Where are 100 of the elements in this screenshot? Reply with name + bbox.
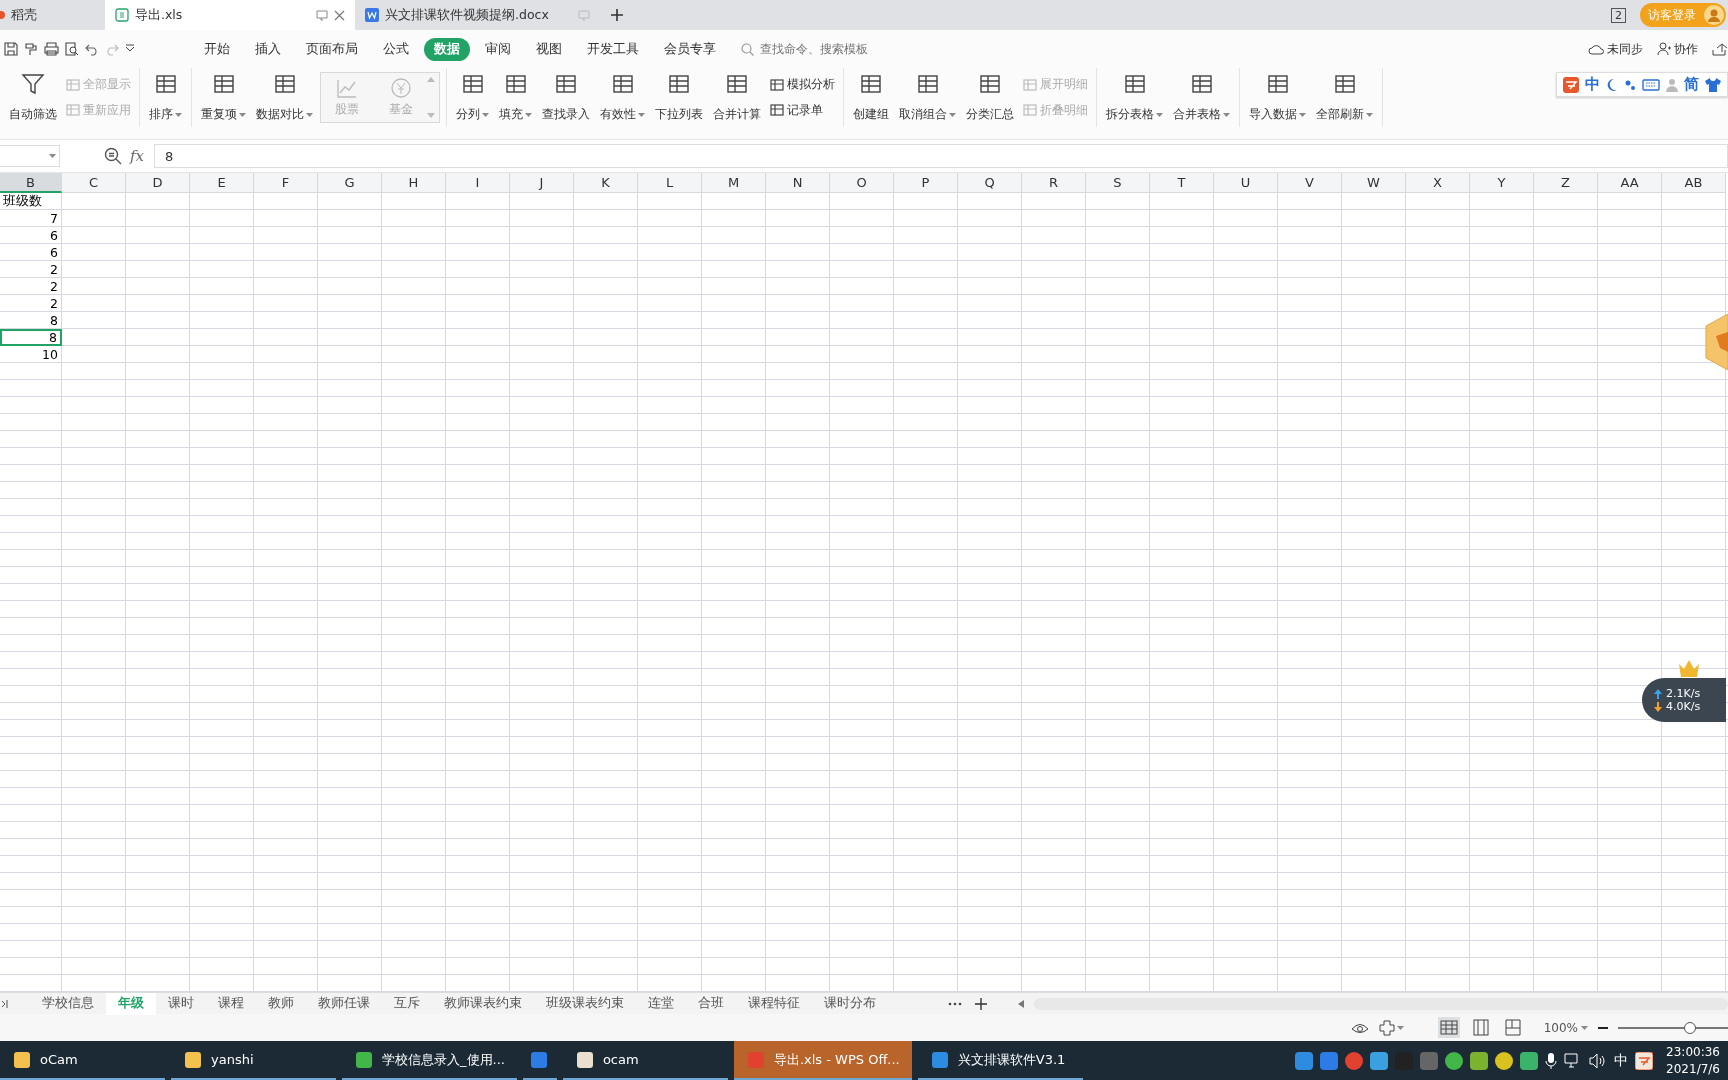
sheet-tab[interactable]: 合班 <box>686 992 736 1015</box>
last-sheet-icon[interactable] <box>0 998 10 1009</box>
column-header[interactable]: AA <box>1598 173 1662 193</box>
search-field[interactable]: 查找命令、搜索模板 <box>741 41 912 57</box>
clock-date[interactable]: 2021/7/6 <box>1666 1061 1720 1078</box>
column-header[interactable]: C <box>62 173 126 193</box>
table-cell[interactable]: 6 <box>0 227 62 244</box>
column-header[interactable]: D <box>126 173 190 193</box>
zoom-icon[interactable] <box>104 147 122 165</box>
menu-tab[interactable]: 会员专享 <box>654 37 726 61</box>
tray-icon[interactable] <box>1345 1052 1364 1070</box>
table-cell[interactable]: 2 <box>0 295 62 312</box>
save-icon[interactable] <box>4 42 18 56</box>
formula-input[interactable]: 8 <box>154 144 1728 168</box>
ribbon-button[interactable]: 填充 <box>496 68 535 127</box>
more-icon[interactable] <box>948 1001 962 1006</box>
menu-tab[interactable]: 页面布局 <box>296 37 368 61</box>
volume-icon[interactable] <box>1589 1053 1608 1069</box>
table-cell[interactable]: 2 <box>0 278 62 295</box>
microphone-icon[interactable] <box>1545 1052 1558 1070</box>
print-preview-icon[interactable] <box>65 42 79 56</box>
column-header[interactable]: AB <box>1662 173 1726 193</box>
table-cell[interactable]: 8 <box>0 312 62 329</box>
menu-tab[interactable]: 审阅 <box>475 37 521 61</box>
menu-tab[interactable]: 公式 <box>373 37 419 61</box>
column-header[interactable]: Y <box>1470 173 1534 193</box>
sheet-tab[interactable]: 课程 <box>206 992 256 1015</box>
tray-icon[interactable] <box>1370 1052 1389 1070</box>
ribbon-button[interactable]: 数据对比 <box>253 68 316 127</box>
column-header[interactable]: V <box>1278 173 1342 193</box>
layout-dropdown[interactable] <box>1378 1019 1404 1036</box>
menu-tab[interactable]: 视图 <box>526 37 572 61</box>
sheet-tab[interactable]: 教师任课 <box>306 992 382 1015</box>
column-header[interactable]: P <box>894 173 958 193</box>
ribbon-button[interactable]: 重复项 <box>198 68 249 127</box>
sheet-tab[interactable]: 互斥 <box>382 992 432 1015</box>
column-header[interactable]: E <box>190 173 254 193</box>
taskbar-app[interactable]: 兴文排课软件V3.1 <box>917 1041 1083 1080</box>
column-header[interactable]: K <box>574 173 638 193</box>
taskbar-app[interactable]: yanshi <box>171 1041 336 1080</box>
ribbon-button[interactable]: 导入数据 <box>1246 68 1309 127</box>
sheet-tab[interactable]: 教师课表约束 <box>432 992 534 1015</box>
column-header[interactable]: M <box>702 173 766 193</box>
menu-tab[interactable]: 开始 <box>194 37 240 61</box>
table-cell[interactable]: 7 <box>0 210 62 227</box>
ribbon-button[interactable]: 有效性 <box>597 68 648 127</box>
eye-icon[interactable] <box>1350 1021 1369 1034</box>
ribbon-button[interactable]: 自动筛选 <box>6 68 60 127</box>
tray-icon[interactable] <box>1470 1052 1489 1070</box>
hexagon-badge-icon[interactable] <box>1702 314 1728 370</box>
table-cell[interactable]: 班级数 <box>0 193 62 210</box>
collaborate-button[interactable]: 协作 <box>1657 40 1698 58</box>
column-header[interactable]: J <box>510 173 574 193</box>
sync-button[interactable]: 未同步 <box>1588 40 1643 58</box>
zoom-out-icon[interactable] <box>1598 1026 1608 1029</box>
column-header[interactable]: O <box>830 173 894 193</box>
sheet-tab[interactable]: 连堂 <box>636 992 686 1015</box>
column-header[interactable]: W <box>1342 173 1406 193</box>
ribbon-button[interactable]: 拆分表格 <box>1103 68 1166 127</box>
column-header[interactable]: S <box>1086 173 1150 193</box>
column-header[interactable]: B <box>0 173 62 193</box>
column-header[interactable]: F <box>254 173 318 193</box>
network-speed-widget[interactable]: 2.1K/s 4.0K/s <box>1642 678 1726 722</box>
sheet-tab[interactable]: 教师 <box>256 992 306 1015</box>
ribbon-button[interactable]: 合并计算 <box>710 68 764 127</box>
scroll-left-icon[interactable] <box>1018 999 1024 1008</box>
window-count[interactable]: 2 <box>1611 7 1626 23</box>
tray-icon[interactable] <box>1520 1052 1539 1070</box>
column-header[interactable]: L <box>638 173 702 193</box>
ribbon-button[interactable]: 排序 <box>146 68 185 127</box>
function-button[interactable]: fx <box>130 147 144 165</box>
column-header[interactable]: Q <box>958 173 1022 193</box>
sheet-tab[interactable]: 学校信息 <box>30 992 106 1015</box>
taskbar-app[interactable]: ocam <box>562 1041 728 1080</box>
taskbar-app[interactable]: 导出.xls - WPS Off... <box>733 1041 912 1080</box>
document-tab[interactable]: 稻壳 <box>0 0 105 30</box>
print-icon[interactable] <box>44 42 59 56</box>
ribbon-button[interactable]: 合并表格 <box>1170 68 1233 127</box>
format-painter-icon[interactable] <box>24 42 38 56</box>
document-tab[interactable]: 导出.xls <box>105 0 355 30</box>
tray-icon[interactable] <box>1495 1052 1514 1070</box>
column-header[interactable]: G <box>318 173 382 193</box>
clock-time[interactable]: 23:00:36 <box>1666 1044 1720 1061</box>
tray-icon[interactable] <box>1445 1052 1464 1070</box>
table-cell[interactable]: 6 <box>0 244 62 261</box>
column-header[interactable]: X <box>1406 173 1470 193</box>
ime-language[interactable]: 中 <box>1585 75 1600 94</box>
customize-caret-icon[interactable] <box>125 44 135 54</box>
menu-tab[interactable]: 插入 <box>245 37 291 61</box>
sheet-tab[interactable]: 课时 <box>156 992 206 1015</box>
input-language[interactable]: 中 <box>1614 1052 1629 1070</box>
logo-icon[interactable] <box>1635 1052 1654 1070</box>
ribbon-button[interactable]: 分类汇总 <box>963 68 1017 127</box>
ribbon-button[interactable]: 记录单 <box>768 100 837 120</box>
add-sheet-icon[interactable] <box>974 996 988 1011</box>
ribbon-button[interactable]: 下拉列表 <box>652 68 706 127</box>
sheet-tab[interactable]: 课程特征 <box>736 992 812 1015</box>
share-icon[interactable] <box>1712 42 1728 56</box>
zoom-dropdown[interactable]: 100% <box>1543 1020 1588 1035</box>
normal-view-icon[interactable] <box>1437 1017 1460 1038</box>
